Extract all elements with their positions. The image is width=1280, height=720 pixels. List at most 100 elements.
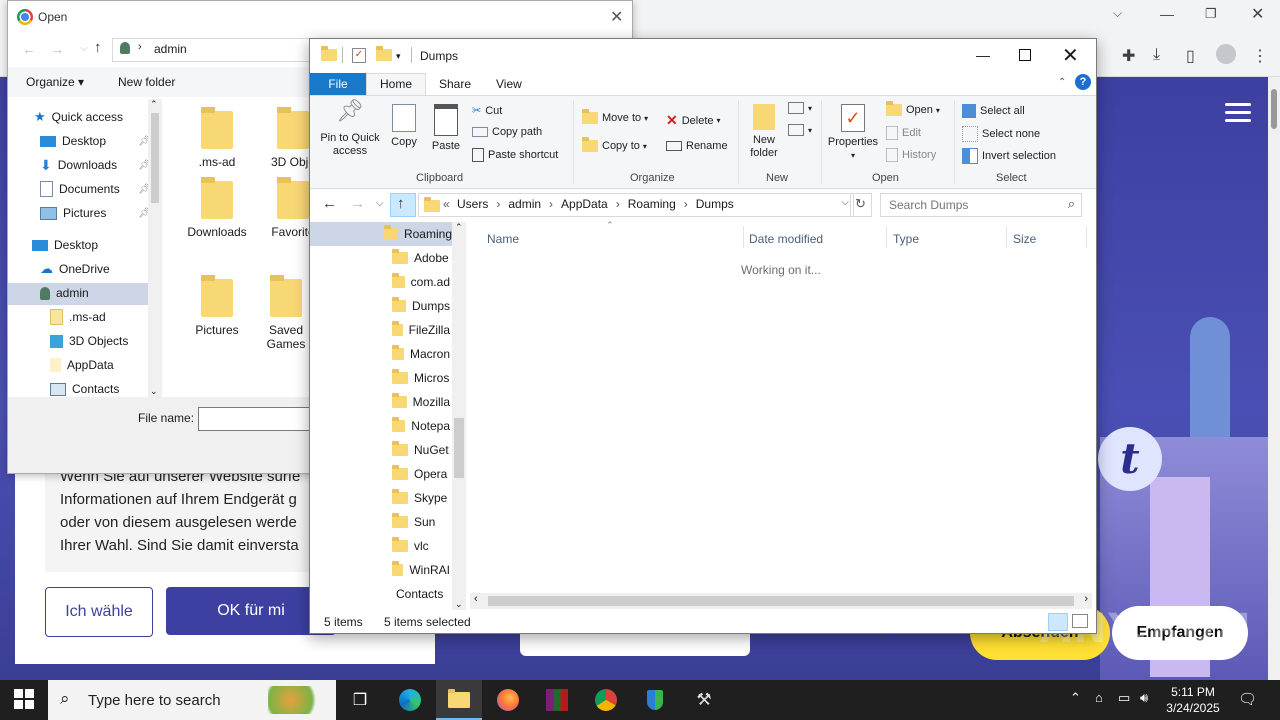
tab-file[interactable]: File	[310, 73, 366, 95]
tree-item-appdata[interactable]: AppData	[50, 354, 114, 376]
tray-network-icon[interactable]: ⌂	[1095, 690, 1103, 705]
select-all-button[interactable]: Select all	[962, 104, 1025, 118]
open-tree-scrollbar[interactable]: ⌃ ⌄	[148, 99, 162, 397]
column-header-name[interactable]: Name	[487, 232, 519, 246]
windows-start-icon[interactable]	[14, 689, 34, 709]
close-button[interactable]: ✕	[1062, 43, 1079, 68]
task-view-icon[interactable]: ❒	[340, 684, 380, 716]
new-folder-button[interactable]: New folder	[744, 104, 784, 160]
breadcrumb-dumps[interactable]: Dumps	[696, 197, 734, 211]
tree-item-desktop[interactable]: Desktop 📌︎	[40, 130, 151, 152]
delete-button[interactable]: ✕ Delete ▾	[666, 112, 721, 129]
easy-access-button[interactable]: ▾	[788, 124, 812, 136]
choose-settings-button[interactable]: Ich wähle	[45, 587, 153, 637]
address-dropdown-icon[interactable]: ⌵	[841, 197, 849, 208]
nav-item-opera[interactable]: Opera	[392, 462, 450, 486]
tools-icon[interactable]: ⚒	[684, 684, 724, 716]
file-tile[interactable]: Pictures	[182, 275, 252, 337]
browser-restore-button[interactable]: ❐	[1205, 6, 1217, 22]
tray-overflow-icon[interactable]: ⌃	[1070, 690, 1081, 706]
breadcrumb-chevron-icon[interactable]: ›	[496, 197, 500, 211]
browser-close-button[interactable]: ✕	[1251, 4, 1264, 24]
chevron-down-icon[interactable]: ⌵	[80, 43, 88, 54]
file-tile[interactable]: Downloads	[182, 177, 252, 239]
rename-button[interactable]: Rename	[666, 140, 728, 152]
extensions-icon[interactable]: ✚	[1122, 46, 1135, 66]
minimize-button[interactable]: —	[976, 47, 990, 63]
nav-item-roaming[interactable]: Roaming	[384, 222, 452, 246]
edit-button[interactable]: Edit	[886, 126, 921, 140]
large-icons-view-icon[interactable]	[1072, 614, 1088, 628]
hamburger-menu-icon[interactable]	[1225, 103, 1251, 106]
search-input[interactable]: Search Dumps ⌕	[880, 193, 1082, 217]
breadcrumb-overflow[interactable]: «	[443, 197, 450, 211]
open-address-bar[interactable]	[112, 38, 314, 62]
breadcrumb-users[interactable]: Users	[457, 197, 488, 211]
recent-locations-icon[interactable]: ⌵	[376, 198, 384, 209]
nav-item-notepad[interactable]: Notepa	[392, 414, 450, 438]
breadcrumb-chevron-icon[interactable]: ›	[616, 197, 620, 211]
back-arrow-icon[interactable]: ←	[322, 195, 337, 212]
page-scrollbar[interactable]	[1268, 77, 1280, 680]
properties-button[interactable]: ✓ Properties ▾	[824, 104, 882, 162]
tab-share[interactable]: Share	[439, 77, 471, 91]
new-folder-button[interactable]: New folder	[118, 75, 175, 89]
nav-item-skype[interactable]: Skype	[392, 486, 450, 510]
taskbar-clock[interactable]: 5:11 PM 3/24/2025	[1158, 684, 1228, 716]
cut-button[interactable]: ✂ Cut	[472, 104, 502, 118]
file-name-input[interactable]	[198, 407, 320, 431]
winrar-icon[interactable]	[537, 684, 577, 716]
copy-to-button[interactable]: Copy to ▾	[582, 137, 647, 152]
nav-item-vlc[interactable]: vlc	[392, 534, 450, 558]
nav-item-sun[interactable]: Sun	[392, 510, 450, 534]
browser-minimize-button[interactable]: —	[1160, 6, 1174, 22]
column-header-type[interactable]: Type	[893, 232, 919, 246]
nav-item-filezilla[interactable]: FileZilla	[392, 318, 450, 342]
tree-item-admin[interactable]: admin	[40, 282, 89, 304]
copy-path-button[interactable]: Copy path	[472, 126, 542, 138]
file-tile[interactable]: Saved Games	[258, 275, 314, 351]
details-view-icon[interactable]	[1048, 613, 1068, 631]
tab-home[interactable]: Home	[380, 77, 412, 91]
tray-display-icon[interactable]: ▭	[1118, 690, 1130, 706]
nav-item-adobe[interactable]: Adobe	[392, 246, 450, 270]
nav-item-contacts[interactable]: Contacts	[390, 582, 450, 606]
paste-shortcut-button[interactable]: Paste shortcut	[472, 148, 558, 162]
breadcrumb-admin[interactable]: admin	[508, 197, 541, 211]
file-explorer-icon[interactable]	[439, 684, 479, 716]
close-icon[interactable]: ✕	[610, 7, 623, 27]
horizontal-scrollbar[interactable]: ‹ ›	[470, 593, 1092, 609]
column-header-date[interactable]: Date modified	[749, 232, 823, 246]
nav-item-com-ad[interactable]: com.ad	[392, 270, 450, 294]
breadcrumb-roaming[interactable]: Roaming	[628, 197, 676, 211]
file-tile[interactable]: .ms-ad	[182, 107, 252, 169]
invert-selection-button[interactable]: Invert selection	[962, 148, 1056, 164]
qat-dropdown-icon[interactable]: ▾	[396, 51, 401, 62]
tree-item-desktop-root[interactable]: Desktop	[32, 234, 98, 256]
maximize-button[interactable]	[1019, 49, 1031, 61]
volume-icon[interactable]: 🔊︎	[1140, 690, 1148, 706]
tree-item-onedrive[interactable]: ☁ OneDrive	[40, 258, 110, 280]
refresh-button[interactable]: ↻	[850, 193, 872, 217]
pin-to-quick-access-button[interactable]: 📌︎ Pin to Quick access	[314, 100, 386, 158]
select-none-button[interactable]: Select none	[962, 126, 1040, 142]
tree-item-ms-ad[interactable]: .ms-ad	[50, 306, 106, 328]
properties-qat-icon[interactable]: ✓	[352, 48, 366, 63]
tree-item-pictures[interactable]: Pictures 📌︎	[40, 202, 151, 224]
download-icon[interactable]: ⤓	[1153, 46, 1160, 64]
browser-menu-icon[interactable]: ⋮	[1252, 46, 1268, 66]
help-icon[interactable]: ?	[1075, 74, 1091, 90]
side-panel-icon[interactable]: ▯	[1186, 46, 1195, 66]
tree-item-quick-access[interactable]: ★ Quick access	[34, 106, 123, 128]
security-shield-icon[interactable]	[635, 684, 675, 716]
profile-avatar[interactable]	[1216, 44, 1236, 64]
organize-button[interactable]: Organize ▾	[26, 75, 84, 89]
nav-item-macromedia[interactable]: Macron	[392, 342, 450, 366]
collapse-ribbon-icon[interactable]: ⌃	[1058, 77, 1066, 88]
tab-search-chevron-icon[interactable]: ⌵	[1113, 6, 1122, 21]
forward-arrow-icon[interactable]: →	[50, 41, 64, 57]
open-button[interactable]: Open ▾	[886, 101, 940, 116]
copy-button[interactable]: Copy	[386, 104, 422, 149]
nav-item-dumps[interactable]: Dumps	[392, 294, 450, 318]
breadcrumb-chevron-icon[interactable]: ›	[549, 197, 553, 211]
